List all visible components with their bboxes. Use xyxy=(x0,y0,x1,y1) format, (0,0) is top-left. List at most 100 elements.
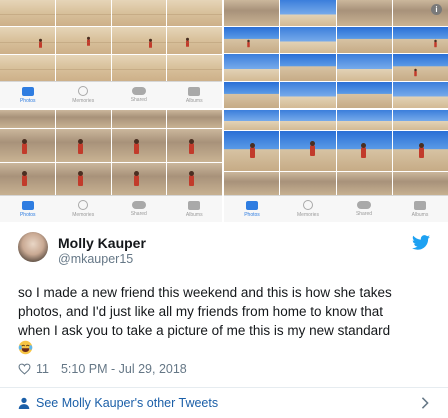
photos-tab-icon xyxy=(21,200,34,210)
photo-thumbnail[interactable] xyxy=(280,54,336,81)
tweet-text-line: when I ask you to take a picture of me t… xyxy=(18,323,391,338)
photo-thumbnail[interactable] xyxy=(280,131,336,171)
photo-thumbnail[interactable] xyxy=(392,27,448,54)
photo-thumbnail[interactable] xyxy=(224,0,280,27)
tab-albums[interactable]: Albums xyxy=(167,196,223,222)
shared-tab-icon xyxy=(131,87,146,95)
chevron-right-icon[interactable] xyxy=(420,397,430,409)
photos-tab-icon xyxy=(21,86,34,96)
screenshot-panel-bottom-right: Photos Memories Shared Albums xyxy=(224,110,448,222)
photo-thumbnail[interactable] xyxy=(55,54,111,81)
photo-thumbnail[interactable] xyxy=(111,27,167,54)
photo-thumbnail[interactable] xyxy=(224,81,280,108)
divider xyxy=(0,387,448,388)
heart-icon[interactable] xyxy=(18,363,31,375)
memories-tab-icon xyxy=(78,200,89,210)
photo-thumbnail[interactable] xyxy=(224,110,280,130)
tweet-meta: 11 5:10 PM - Jul 29, 2018 xyxy=(18,361,187,377)
photo-thumbnail[interactable] xyxy=(111,163,167,196)
photo-thumbnail[interactable] xyxy=(224,172,280,196)
shared-tab-icon xyxy=(131,201,146,209)
photos-tab-bar: Photos Memories Shared Albums xyxy=(0,195,222,222)
albums-tab-icon xyxy=(188,86,201,96)
info-icon[interactable]: i xyxy=(431,4,442,15)
author-handle[interactable]: @mkauper15 xyxy=(58,252,133,266)
tab-memories[interactable]: Memories xyxy=(56,196,112,222)
photo-thumbnail[interactable] xyxy=(55,27,111,54)
photo-thumbnail[interactable] xyxy=(111,0,167,27)
photo-thumbnail[interactable] xyxy=(280,110,336,130)
photo-thumbnail[interactable] xyxy=(111,110,167,128)
photo-thumbnail[interactable] xyxy=(0,110,55,128)
tweet-text-line: so I made a new friend this weekend and … xyxy=(18,285,392,300)
tears-of-joy-emoji-icon xyxy=(18,340,33,355)
photo-thumbnail[interactable] xyxy=(280,81,336,108)
photo-thumbnail[interactable] xyxy=(280,27,336,54)
photo-thumbnail[interactable] xyxy=(280,0,336,27)
photo-thumbnail[interactable] xyxy=(336,81,392,108)
photo-thumbnail[interactable] xyxy=(0,163,55,196)
screenshot-panel-bottom-left: Photos Memories Shared Albums xyxy=(0,110,222,222)
shared-tab-icon xyxy=(357,201,371,209)
photo-thumbnail[interactable] xyxy=(392,81,448,108)
photo-thumbnail[interactable] xyxy=(336,27,392,54)
photo-thumbnail[interactable] xyxy=(0,54,55,81)
photo-thumbnail[interactable] xyxy=(167,163,222,196)
photo-thumbnail[interactable] xyxy=(167,54,222,81)
photo-thumbnail[interactable] xyxy=(167,0,222,27)
photo-thumbnail[interactable] xyxy=(336,172,392,196)
photo-thumbnail[interactable] xyxy=(224,27,280,54)
tab-shared[interactable]: Shared xyxy=(111,196,167,222)
photo-thumbnail[interactable] xyxy=(280,172,336,196)
photo-thumbnail[interactable] xyxy=(392,172,448,196)
photo-thumbnail[interactable] xyxy=(55,163,111,196)
photo-thumbnail[interactable] xyxy=(336,110,392,130)
person-icon xyxy=(18,397,30,409)
photos-tab-icon xyxy=(246,200,258,210)
memories-tab-icon xyxy=(303,200,313,210)
photo-thumbnail[interactable] xyxy=(392,54,448,81)
tweet-text-line: photos, and I'd just like all my friends… xyxy=(18,304,384,319)
tab-shared[interactable]: Shared xyxy=(111,82,167,108)
photo-thumbnail[interactable] xyxy=(55,129,111,162)
albums-tab-icon xyxy=(414,200,426,210)
screenshot-panel-top-right: i xyxy=(224,0,448,108)
tab-memories[interactable]: Memories xyxy=(280,196,336,222)
other-tweets-link[interactable]: See Molly Kauper's other Tweets xyxy=(18,396,218,410)
tweet-embed-page: Photos Memories Shared Albums i Photos M… xyxy=(0,0,448,418)
tab-photos[interactable]: Photos xyxy=(0,82,56,108)
avatar[interactable] xyxy=(18,232,48,262)
photo-thumbnail[interactable] xyxy=(392,131,448,171)
photo-thumbnail[interactable] xyxy=(224,131,280,171)
tab-memories[interactable]: Memories xyxy=(56,82,112,108)
photo-thumbnail[interactable] xyxy=(0,27,55,54)
tab-albums[interactable]: Albums xyxy=(392,196,448,222)
photo-thumbnail[interactable] xyxy=(336,0,392,27)
twitter-bird-icon[interactable] xyxy=(412,235,430,250)
photo-thumbnail[interactable] xyxy=(392,110,448,130)
photos-tab-bar: Photos Memories Shared Albums xyxy=(224,195,448,222)
photo-thumbnail[interactable] xyxy=(336,131,392,171)
photo-thumbnail[interactable] xyxy=(336,54,392,81)
like-count[interactable]: 11 xyxy=(36,362,49,376)
photo-thumbnail[interactable] xyxy=(0,0,55,27)
photo-thumbnail[interactable] xyxy=(167,129,222,162)
tab-albums[interactable]: Albums xyxy=(167,82,223,108)
tab-photos[interactable]: Photos xyxy=(0,196,56,222)
photo-collage[interactable]: Photos Memories Shared Albums i Photos M… xyxy=(0,0,448,222)
tweet-timestamp[interactable]: 5:10 PM - Jul 29, 2018 xyxy=(61,362,187,376)
other-tweets-label[interactable]: See Molly Kauper's other Tweets xyxy=(36,396,218,410)
photo-thumbnail[interactable] xyxy=(111,129,167,162)
photo-thumbnail[interactable] xyxy=(167,27,222,54)
tab-shared[interactable]: Shared xyxy=(336,196,392,222)
author-name[interactable]: Molly Kauper xyxy=(58,235,146,251)
photo-thumbnail[interactable] xyxy=(111,54,167,81)
photo-thumbnail[interactable] xyxy=(0,129,55,162)
photo-thumbnail[interactable] xyxy=(55,110,111,128)
photos-tab-bar: Photos Memories Shared Albums xyxy=(0,81,222,108)
tweet-text: so I made a new friend this weekend and … xyxy=(18,283,438,340)
photo-thumbnail[interactable] xyxy=(224,54,280,81)
photo-thumbnail[interactable] xyxy=(167,110,222,128)
photo-thumbnail[interactable] xyxy=(55,0,111,27)
tab-photos[interactable]: Photos xyxy=(224,196,280,222)
